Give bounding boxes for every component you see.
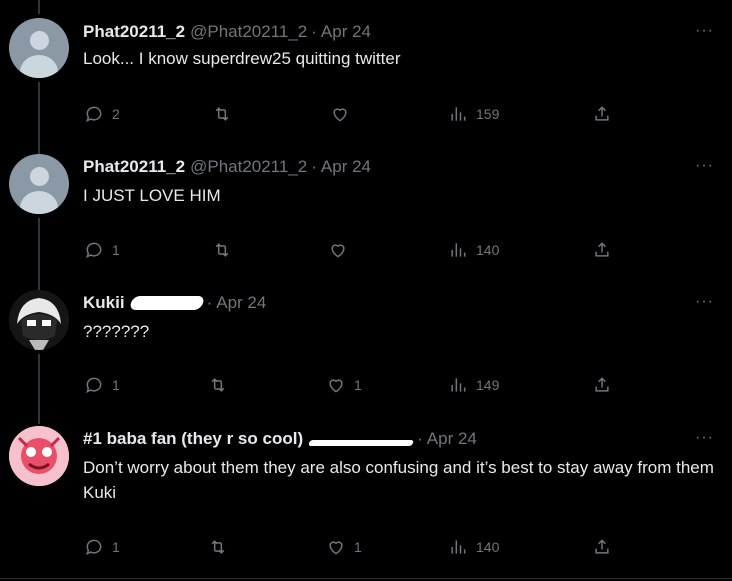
tweet-text: Don’t worry about them they are also con… bbox=[83, 458, 714, 502]
more-icon[interactable]: ··· bbox=[695, 157, 714, 175]
reply-button[interactable]: 1 bbox=[84, 375, 120, 395]
like-button[interactable]: 1 bbox=[326, 375, 362, 395]
share-icon bbox=[595, 377, 609, 392]
retweet-icon bbox=[215, 243, 229, 257]
like-icon bbox=[329, 541, 343, 555]
more-icon[interactable]: ··· bbox=[695, 293, 714, 311]
avatar[interactable] bbox=[9, 290, 69, 350]
action-bar: 1 1 140 bbox=[84, 537, 624, 561]
handle[interactable]: @Phat20211_2 bbox=[190, 22, 307, 42]
views-icon bbox=[451, 107, 466, 121]
share-icon bbox=[595, 242, 609, 257]
avatar[interactable] bbox=[9, 18, 69, 78]
like-icon bbox=[329, 379, 343, 393]
display-name[interactable]: #1 baba fan (they r so cool) bbox=[83, 429, 303, 449]
reply-icon bbox=[86, 106, 102, 123]
reply-icon bbox=[86, 377, 102, 394]
tweet-text: Look... I know superdrew25 quitting twit… bbox=[83, 49, 401, 68]
tweet-text: I JUST LOVE HIM bbox=[83, 186, 221, 205]
tweet-text: ??????? bbox=[83, 322, 150, 341]
action-bar: 2 159 bbox=[84, 104, 624, 128]
views-icon bbox=[451, 540, 466, 554]
views-icon bbox=[451, 378, 466, 392]
display-name[interactable]: Phat20211_2 bbox=[83, 157, 185, 177]
anime-character-avatar bbox=[9, 290, 69, 350]
reply-button[interactable]: 1 bbox=[84, 240, 120, 260]
timestamp[interactable]: Apr 24 bbox=[216, 293, 266, 313]
redacted-handle bbox=[128, 296, 205, 310]
divider bbox=[0, 578, 732, 579]
tweet[interactable]: Kukii · Apr 24 ··· ??????? 1 1 149 bbox=[0, 272, 732, 408]
separator: · bbox=[417, 429, 423, 448]
like-icon bbox=[331, 244, 345, 258]
like-button[interactable] bbox=[330, 104, 350, 124]
views-button[interactable]: 149 bbox=[448, 375, 499, 395]
views-button[interactable]: 159 bbox=[448, 104, 499, 124]
pink-character-avatar bbox=[9, 426, 69, 486]
more-icon[interactable]: ··· bbox=[695, 22, 714, 40]
action-bar: 1 1 149 bbox=[84, 375, 624, 399]
avatar[interactable] bbox=[9, 426, 69, 486]
timestamp[interactable]: Apr 24 bbox=[427, 429, 477, 449]
separator: · bbox=[311, 157, 317, 176]
retweet-button[interactable] bbox=[208, 375, 228, 395]
timestamp[interactable]: Apr 24 bbox=[321, 157, 371, 177]
reply-icon bbox=[86, 242, 102, 259]
like-icon bbox=[333, 108, 347, 122]
reply-icon bbox=[86, 539, 102, 556]
share-icon bbox=[595, 539, 609, 554]
like-button[interactable]: 1 bbox=[326, 537, 362, 557]
action-bar: 1 140 bbox=[84, 240, 624, 264]
more-icon[interactable]: ··· bbox=[695, 429, 714, 447]
share-button[interactable] bbox=[592, 375, 612, 395]
reply-thread: Phat20211_2 @Phat20211_2 · Apr 24 ··· Lo… bbox=[0, 0, 732, 581]
tweet[interactable]: #1 baba fan (they r so cool) · Apr 24 ··… bbox=[0, 408, 732, 578]
display-name[interactable]: Phat20211_2 bbox=[83, 22, 185, 42]
share-icon bbox=[595, 106, 609, 121]
separator: · bbox=[311, 22, 317, 41]
handle[interactable]: @Phat20211_2 bbox=[190, 157, 307, 177]
tweet[interactable]: Phat20211_2 @Phat20211_2 · Apr 24 ··· Lo… bbox=[0, 0, 732, 136]
views-icon bbox=[451, 243, 466, 257]
timestamp[interactable]: Apr 24 bbox=[321, 22, 371, 42]
separator: · bbox=[206, 293, 213, 312]
avatar[interactable] bbox=[9, 154, 69, 214]
reply-button[interactable]: 1 bbox=[84, 537, 120, 557]
share-button[interactable] bbox=[592, 240, 612, 260]
redacted-handle bbox=[308, 440, 415, 446]
tweet[interactable]: Phat20211_2 @Phat20211_2 · Apr 24 ··· I … bbox=[0, 136, 732, 272]
share-button[interactable] bbox=[592, 104, 612, 124]
display-name[interactable]: Kukii bbox=[83, 293, 125, 313]
views-button[interactable]: 140 bbox=[448, 537, 499, 557]
share-button[interactable] bbox=[592, 537, 612, 557]
retweet-icon bbox=[211, 540, 225, 554]
retweet-button[interactable] bbox=[212, 104, 232, 124]
retweet-button[interactable] bbox=[208, 537, 228, 557]
retweet-icon bbox=[211, 378, 225, 392]
reply-button[interactable]: 2 bbox=[84, 104, 120, 124]
like-button[interactable] bbox=[328, 240, 348, 260]
views-button[interactable]: 140 bbox=[448, 240, 499, 260]
retweet-button[interactable] bbox=[212, 240, 232, 260]
retweet-icon bbox=[215, 107, 229, 121]
